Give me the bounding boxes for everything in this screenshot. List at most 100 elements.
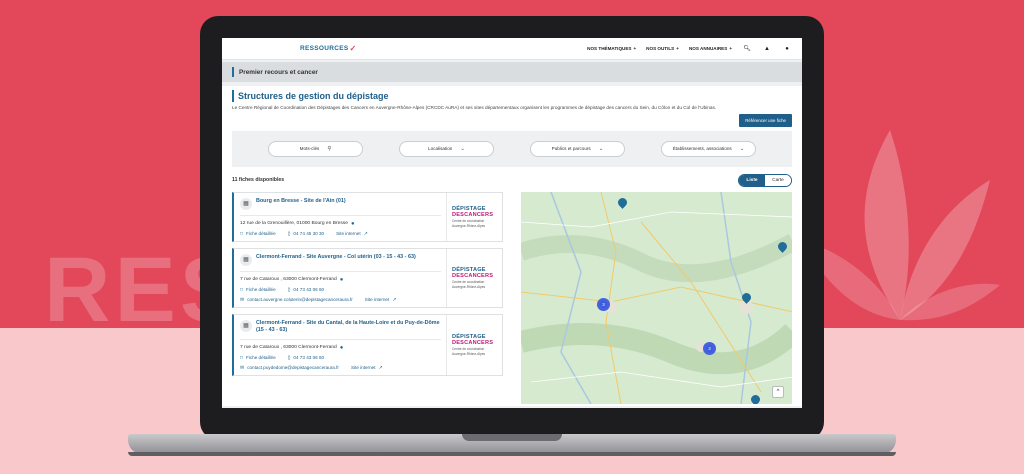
view-toggle: Liste Carte	[738, 173, 792, 187]
nav-thematiques[interactable]: NOS THÉMATIQUES +	[587, 46, 636, 51]
building-icon: ▦	[240, 197, 252, 210]
fiche-detaillee-link[interactable]: □ Fiche détaillée	[240, 355, 276, 361]
site-internet-link[interactable]: Site internet ↗	[336, 231, 368, 237]
result-card: ▦ Bourg en Bresse - Site de l'Ain (01) 1…	[232, 191, 503, 242]
card-address: 7 rue de Cataroux , 63000 Clermont-Ferra…	[240, 345, 441, 351]
document-icon: □	[240, 286, 244, 293]
filter-label: Établissements, associations	[672, 146, 732, 152]
link-label: 04 73 43 06 60	[293, 355, 325, 361]
search-icon[interactable]: 🔍︎	[742, 45, 752, 52]
card-body: ▦ Clermont-Ferrand - Site du Cantal, de …	[234, 315, 446, 375]
logo-line: Centre de coordination	[452, 279, 485, 284]
nav-annuaires[interactable]: NOS ANNUAIRES +	[689, 46, 732, 51]
external-link-icon: ↗	[392, 296, 397, 303]
etablissements-filter[interactable]: Établissements, associations ⌄	[661, 140, 756, 157]
filter-label: Mots-clés	[299, 146, 320, 152]
document-icon: □	[240, 230, 244, 237]
mail-icon: ✉	[240, 296, 245, 303]
card-links: □ Fiche détaillée ▯ 04 74 45 30 30 Site in…	[240, 231, 441, 237]
view-list-button[interactable]: Liste	[739, 174, 765, 186]
map-pin-icon[interactable]: ●	[351, 221, 355, 227]
chevron-down-icon: ⌄	[460, 145, 465, 152]
filter-label: Publics et parcours	[551, 146, 591, 152]
card-links: □ Fiche détaillée ▯ 04 73 43 06 60	[240, 287, 441, 293]
card-address: 7 rue de Cataroux , 63000 Clermont-Ferra…	[240, 277, 441, 283]
bell-icon[interactable]: ▲	[762, 46, 772, 52]
publics-filter[interactable]: Publics et parcours ⌄	[530, 140, 625, 157]
browser-screen: RESSOURCES ✓ NOS THÉMATIQUES + NOS OUTILS…	[222, 38, 802, 408]
phone-link[interactable]: ▯ 04 74 45 30 30	[288, 231, 324, 237]
address-text: 7 rue de Cataroux , 63000 Clermont-Ferra…	[240, 345, 337, 351]
results-map[interactable]: 3 3 ^	[521, 191, 792, 404]
map-cluster[interactable]: 3	[703, 341, 716, 355]
document-icon: □	[240, 354, 244, 361]
phone-icon: ▯	[287, 230, 291, 237]
phone-link[interactable]: ▯ 04 73 43 06 60	[288, 287, 324, 293]
user-icon[interactable]: ●	[782, 46, 792, 52]
map-cluster[interactable]: 3	[597, 297, 610, 311]
laptop-notch	[462, 434, 562, 441]
logo-line: DESCANCERS	[452, 339, 494, 346]
link-label: 04 74 45 30 30	[293, 231, 325, 237]
card-title[interactable]: Clermont-Ferrand - Site du Cantal, de la…	[256, 320, 441, 334]
search-icon: ⚲	[327, 145, 332, 152]
map-pin-icon[interactable]: ●	[340, 345, 344, 351]
site-internet-link[interactable]: Site internet ↗	[365, 297, 397, 303]
fiche-detaillee-link[interactable]: □ Fiche détaillée	[240, 231, 276, 237]
card-links: ✉ contact.puydedome@depistagecanceraura.f…	[240, 365, 441, 371]
card-title[interactable]: Bourg en Bresse - Site de l'Ain (01)	[256, 198, 346, 205]
external-link-icon: ↗	[363, 230, 368, 237]
nav-label: NOS THÉMATIQUES	[587, 46, 632, 51]
card-title-row: ▦ Bourg en Bresse - Site de l'Ain (01)	[240, 197, 441, 216]
logo-line: Centre de coordination	[452, 218, 485, 223]
logo-line: Auvergne-Rhône-Alpes	[452, 351, 486, 356]
card-address: 12 rue de la Grenouillère, 01000 Bourg e…	[240, 221, 441, 227]
card-title[interactable]: Clermont-Ferrand - Site Auvergne - Col u…	[256, 254, 416, 261]
logo-line: Auvergne-Rhône-Alpes	[452, 223, 486, 228]
card-links: □ Fiche détaillée ▯ 04 73 43 06 60	[240, 355, 441, 361]
external-link-icon: ↗	[378, 364, 383, 371]
page-intro: Le Centre Régional de Coordination des D…	[232, 105, 717, 110]
nav-label: NOS ANNUAIRES	[688, 46, 728, 51]
plus-icon: +	[729, 46, 732, 51]
logo-line: DESCANCERS	[452, 211, 494, 218]
nav-outils[interactable]: NOS OUTILS +	[646, 46, 679, 51]
logo-line: Centre de coordination	[452, 346, 485, 351]
site-logo[interactable]: RESSOURCES ✓	[300, 44, 357, 53]
view-map-button[interactable]: Carte	[765, 174, 791, 186]
phone-link[interactable]: ▯ 04 73 43 06 60	[288, 355, 324, 361]
site-internet-link[interactable]: Site internet ↗	[351, 365, 383, 371]
email-link[interactable]: ✉ contact.puydedome@depistagecanceraura.f…	[240, 365, 339, 371]
chevron-down-icon: ⌄	[598, 145, 604, 152]
breadcrumb-label[interactable]: Premier recours et cancer	[239, 69, 318, 76]
main-nav: NOS THÉMATIQUES + NOS OUTILS + NOS ANNUAIR…	[587, 45, 792, 53]
keywords-filter[interactable]: Mots-clés ⚲	[268, 140, 363, 157]
phone-icon: ▯	[287, 286, 291, 293]
scroll-top-button[interactable]: ^	[772, 385, 784, 398]
building-icon: ▦	[240, 319, 252, 332]
link-label: Fiche détaillée	[246, 231, 276, 237]
result-card: ▦ Clermont-Ferrand - Site Auvergne - Col…	[232, 247, 503, 308]
link-label: Site internet	[364, 297, 390, 303]
phone-icon: ▯	[287, 354, 291, 361]
nav-label: NOS OUTILS	[646, 46, 675, 51]
depistage-logo: DÉPISTAGE DESCANCERS Centre de coordinat…	[446, 248, 502, 307]
logo-mark-icon: ✓	[349, 44, 357, 53]
card-links: ✉ contact.auvergne.coluterin@depistagecan…	[240, 297, 441, 303]
link-label: Site internet	[350, 365, 376, 371]
link-label: Fiche détaillée	[246, 355, 276, 361]
logo-line: Auvergne-Rhône-Alpes	[452, 284, 486, 289]
result-card: ▦ Clermont-Ferrand - Site du Cantal, de …	[232, 313, 503, 376]
lotus-logo-icon	[800, 130, 1000, 321]
site-logo-text: RESSOURCES	[300, 45, 349, 52]
card-body: ▦ Clermont-Ferrand - Site Auvergne - Col…	[234, 249, 446, 307]
map-pin-icon[interactable]: ●	[340, 277, 344, 283]
localisation-filter[interactable]: Localisation ⌄	[399, 140, 494, 157]
link-label: 04 73 43 06 60	[293, 287, 325, 293]
page-content: Structures de gestion du dépistage Le Ce…	[222, 86, 802, 406]
mail-icon: ✉	[240, 364, 245, 371]
results-count: 11 fiches disponibles	[232, 177, 285, 184]
fiche-detaillee-link[interactable]: □ Fiche détaillée	[240, 287, 276, 293]
referencer-fiche-button[interactable]: Référencer une fiche	[739, 113, 792, 127]
email-link[interactable]: ✉ contact.auvergne.coluterin@depistagecan…	[240, 297, 353, 303]
